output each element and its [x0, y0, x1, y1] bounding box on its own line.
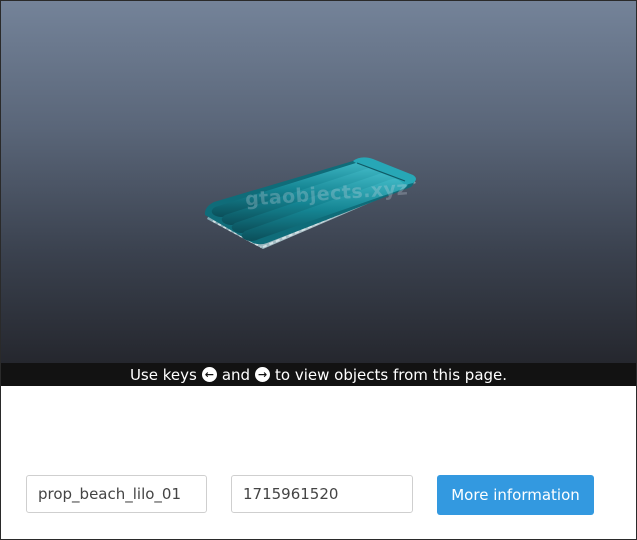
object-hash-field[interactable]: [231, 475, 413, 513]
model-viewer[interactable]: gtaobjects.xyz: [1, 1, 636, 363]
hint-suffix: to view objects from this page.: [275, 365, 508, 384]
page-frame: gtaobjects.xyz Use keys ← and → to view …: [0, 0, 637, 540]
hint-prefix: Use keys: [129, 365, 197, 384]
object-controls: More information: [1, 475, 636, 515]
hint-middle: and: [221, 365, 251, 384]
arrow-left-icon: ←: [201, 367, 217, 382]
more-information-button[interactable]: More information: [437, 475, 594, 515]
arrow-right-icon: →: [255, 367, 271, 382]
keyboard-hint-bar: Use keys ← and → to view objects from th…: [1, 363, 636, 386]
beach-lilo-model: [204, 157, 416, 249]
object-name-field[interactable]: [26, 475, 207, 513]
